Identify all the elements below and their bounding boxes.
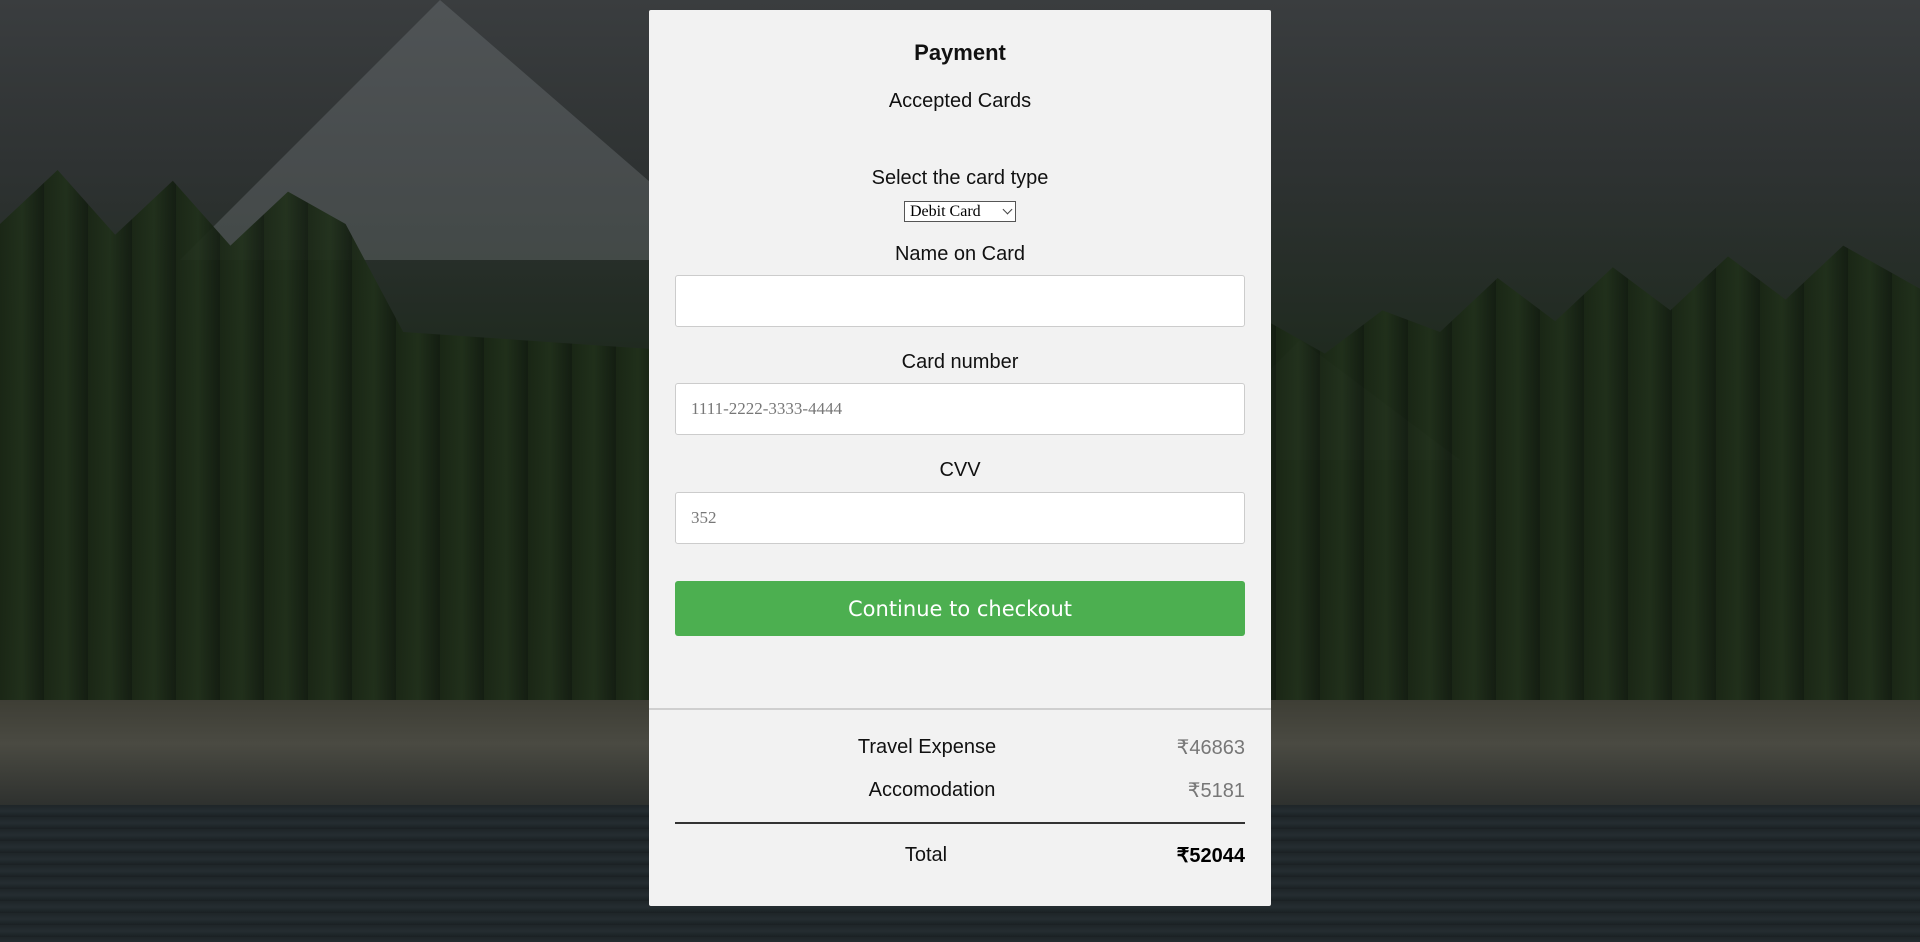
summary-row-travel: Travel Expense ₹46863 — [675, 736, 1245, 759]
summary-item-amount: ₹46863 — [1176, 736, 1245, 759]
total-divider — [675, 822, 1245, 824]
summary-item-label: Accomodation — [868, 778, 996, 801]
total-amount: ₹52044 — [1176, 844, 1245, 867]
name-on-card-label: Name on Card — [894, 243, 1026, 265]
page-title: Payment — [914, 40, 1006, 65]
summary-item-amount: ₹5181 — [1187, 779, 1245, 802]
order-summary: Travel Expense ₹46863 Accomodation ₹5181… — [649, 710, 1271, 906]
chevron-down-icon — [1002, 204, 1013, 215]
payment-card: Payment Accepted Cards Select the card t… — [649, 10, 1271, 906]
card-number-label: Card number — [901, 351, 1019, 373]
card-type-label: Select the card type — [871, 167, 1049, 189]
cvv-label: CVV — [939, 459, 981, 481]
card-type-selected-value: Debit Card — [910, 202, 981, 220]
card-type-select-wrap: Debit Card — [675, 201, 1245, 222]
summary-item-label: Travel Expense — [857, 735, 997, 758]
summary-row-accommodation: Accomodation ₹5181 — [675, 779, 1245, 802]
summary-row-total: Total ₹52044 — [675, 844, 1245, 867]
cvv-input[interactable] — [675, 492, 1245, 544]
card-number-input[interactable] — [675, 383, 1245, 435]
accepted-cards-label: Accepted Cards — [888, 90, 1032, 112]
total-label: Total — [904, 843, 948, 866]
card-type-select[interactable]: Debit Card — [904, 201, 1016, 222]
continue-to-checkout-button[interactable]: Continue to checkout — [675, 581, 1245, 636]
payment-form: Payment Accepted Cards Select the card t… — [649, 10, 1271, 708]
name-on-card-input[interactable] — [675, 275, 1245, 327]
